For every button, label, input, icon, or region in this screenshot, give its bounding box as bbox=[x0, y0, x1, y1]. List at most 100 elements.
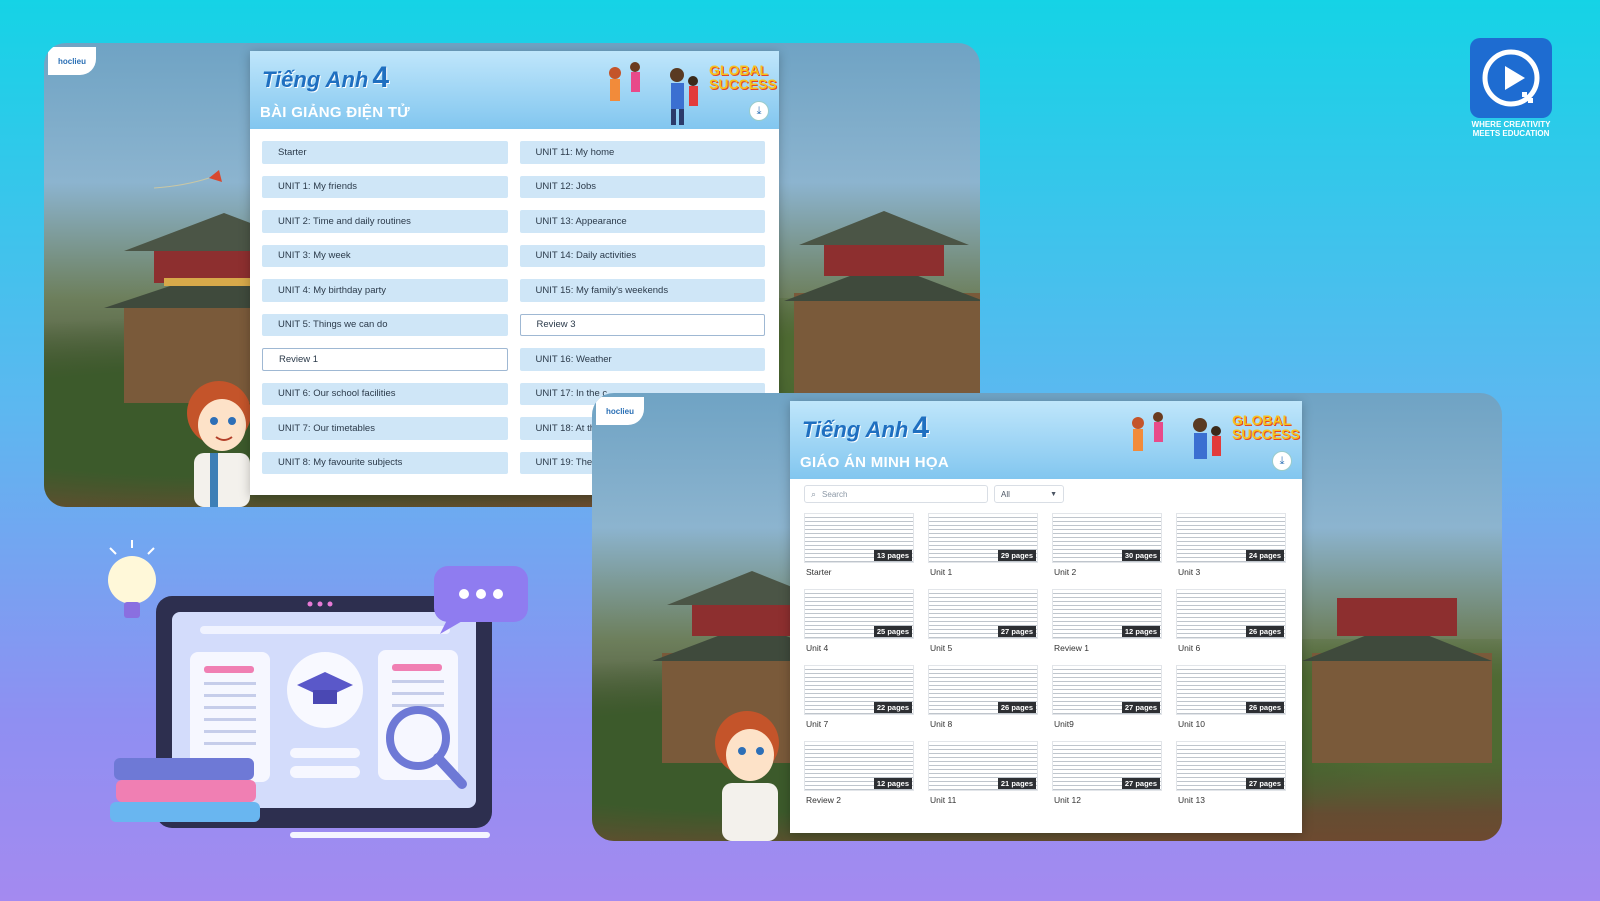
page-count-badge: 27 pages bbox=[1121, 702, 1160, 713]
lightbulb-icon bbox=[108, 540, 156, 618]
document-item[interactable]: 27 pages Unit9 bbox=[1052, 665, 1162, 735]
document-item[interactable]: 26 pages Unit 10 bbox=[1176, 665, 1286, 735]
brand-title: Tiếng Anh 4 bbox=[262, 61, 390, 94]
document-item[interactable]: 22 pages Unit 7 bbox=[804, 665, 914, 735]
series-logo-text: GLOBAL SUCCESS bbox=[1232, 412, 1300, 442]
kids-illustration bbox=[609, 62, 698, 125]
document-item[interactable]: 30 pages Unit 2 bbox=[1052, 513, 1162, 583]
document-name: Unit9 bbox=[1054, 719, 1074, 729]
document-item[interactable]: 27 pages Unit 12 bbox=[1052, 741, 1162, 811]
brand-tagline: WHERE CREATIVITY MEETS EDUCATION bbox=[1471, 120, 1551, 138]
unit-button-2[interactable]: UNIT 2: Time and daily routines bbox=[262, 210, 508, 233]
child-character-illustration bbox=[715, 711, 779, 841]
document-thumbnail: 26 pages bbox=[928, 665, 1038, 715]
page-title: BÀI GIẢNG ĐIỆN TỬ bbox=[260, 104, 411, 121]
card-header: Tiếng Anh 4 BÀI GIẢNG ĐIỆN TỬ GLOBAL SUCC… bbox=[250, 51, 779, 129]
page-count-badge: 30 pages bbox=[1121, 550, 1160, 561]
filter-bar: ⌕ Search All ▼ bbox=[804, 485, 1064, 503]
document-item[interactable]: 27 pages Unit 13 bbox=[1176, 741, 1286, 811]
document-name: Unit 1 bbox=[930, 567, 953, 577]
e-learning-illustration bbox=[108, 540, 528, 838]
document-thumbnail: 22 pages bbox=[804, 665, 914, 715]
page-count-badge: 21 pages bbox=[997, 778, 1036, 789]
unit-button-12[interactable]: UNIT 12: Jobs bbox=[519, 175, 765, 198]
page-count-badge: 27 pages bbox=[997, 626, 1036, 637]
unit-button-7[interactable]: UNIT 7: Our timetables bbox=[262, 417, 508, 440]
document-thumbnail: 29 pages bbox=[928, 513, 1038, 563]
review-button-3[interactable]: Review 3 bbox=[519, 313, 765, 336]
kite-illustration bbox=[154, 170, 222, 189]
document-item[interactable]: 26 pages Unit 6 bbox=[1176, 589, 1286, 659]
search-icon: ⌕ bbox=[811, 488, 817, 499]
download-icon[interactable]: ⤓ bbox=[1272, 451, 1292, 471]
unit-button-8[interactable]: UNIT 8: My favourite subjects bbox=[262, 451, 508, 474]
page-count-badge: 27 pages bbox=[1121, 778, 1160, 789]
document-item[interactable]: 24 pages Unit 3 bbox=[1176, 513, 1286, 583]
unit-button-6[interactable]: UNIT 6: Our school facilities bbox=[262, 382, 508, 405]
lesson-plan-card: Tiếng Anh 4 GIÁO ÁN MINH HỌA GLOBAL SUCCE… bbox=[790, 401, 1302, 833]
document-item[interactable]: 29 pages Unit 1 bbox=[928, 513, 1038, 583]
unit-button-4[interactable]: UNIT 4: My birthday party bbox=[262, 279, 508, 302]
document-thumbnail: 27 pages bbox=[1052, 665, 1162, 715]
unit-button-11[interactable]: UNIT 11: My home bbox=[519, 141, 765, 164]
page-count-badge: 13 pages bbox=[873, 550, 912, 561]
play-button-logo-icon bbox=[1470, 38, 1552, 118]
page-count-badge: 12 pages bbox=[1121, 626, 1160, 637]
unit-button-1[interactable]: UNIT 1: My friends bbox=[262, 175, 508, 198]
unit-button-3[interactable]: UNIT 3: My week bbox=[262, 244, 508, 267]
document-item[interactable]: 26 pages Unit 8 bbox=[928, 665, 1038, 735]
page-title: GIÁO ÁN MINH HỌA bbox=[800, 454, 949, 471]
document-thumbnail: 27 pages bbox=[1176, 741, 1286, 791]
brand-title: Tiếng Anh 4 bbox=[802, 411, 930, 444]
unit-button-14[interactable]: UNIT 14: Daily activities bbox=[519, 244, 765, 267]
unit-button-15[interactable]: UNIT 15: My family's weekends bbox=[519, 279, 765, 302]
search-input[interactable]: ⌕ Search bbox=[804, 485, 988, 503]
chevron-down-icon: ▼ bbox=[1050, 490, 1057, 498]
document-thumbnail: 24 pages bbox=[1176, 513, 1286, 563]
temple-right-illustration bbox=[1302, 598, 1492, 763]
document-name: Starter bbox=[806, 567, 832, 577]
document-item[interactable]: 12 pages Review 2 bbox=[804, 741, 914, 811]
global-success-logo: GLOBAL SUCCESS bbox=[1128, 407, 1300, 477]
document-name: Unit 3 bbox=[1178, 567, 1201, 577]
document-thumbnail: 12 pages bbox=[1052, 589, 1162, 639]
document-thumbnail: 27 pages bbox=[928, 589, 1038, 639]
page-count-badge: 27 pages bbox=[1245, 778, 1284, 789]
document-item[interactable]: 13 pages Starter bbox=[804, 513, 914, 583]
document-name: Unit 5 bbox=[930, 643, 953, 653]
document-item[interactable]: 21 pages Unit 11 bbox=[928, 741, 1038, 811]
document-thumbnail: 25 pages bbox=[804, 589, 914, 639]
page-count-badge: 29 pages bbox=[997, 550, 1036, 561]
page-count-badge: 24 pages bbox=[1245, 550, 1284, 561]
download-icon[interactable]: ⤓ bbox=[749, 101, 769, 121]
document-name: Unit 13 bbox=[1178, 795, 1205, 805]
document-name: Unit 2 bbox=[1054, 567, 1077, 577]
document-thumbnail: 26 pages bbox=[1176, 589, 1286, 639]
document-name: Unit 11 bbox=[930, 795, 957, 805]
document-name: Review 2 bbox=[806, 795, 841, 805]
document-thumbnail: 13 pages bbox=[804, 513, 914, 563]
global-success-logo: GLOBAL SUCCESS bbox=[605, 57, 777, 127]
document-name: Unit 8 bbox=[930, 719, 953, 729]
unit-button-5[interactable]: UNIT 5: Things we can do bbox=[262, 313, 508, 336]
kids-illustration bbox=[1132, 412, 1221, 459]
page-count-badge: 22 pages bbox=[873, 702, 912, 713]
document-thumbnail: 26 pages bbox=[1176, 665, 1286, 715]
document-name: Unit 10 bbox=[1178, 719, 1205, 729]
search-placeholder: Search bbox=[822, 489, 848, 499]
document-name: Unit 12 bbox=[1054, 795, 1081, 805]
page-count-badge: 26 pages bbox=[1245, 702, 1284, 713]
unit-button-starter[interactable]: Starter bbox=[262, 141, 508, 164]
review-button-1[interactable]: Review 1 bbox=[262, 348, 508, 371]
document-item[interactable]: 27 pages Unit 5 bbox=[928, 589, 1038, 659]
document-thumbnail: 30 pages bbox=[1052, 513, 1162, 563]
unit-button-16[interactable]: UNIT 16: Weather bbox=[519, 348, 765, 371]
series-logo-text: GLOBAL SUCCESS bbox=[709, 62, 777, 92]
filter-select[interactable]: All ▼ bbox=[994, 485, 1064, 503]
document-name: Unit 6 bbox=[1178, 643, 1201, 653]
document-item[interactable]: 12 pages Review 1 bbox=[1052, 589, 1162, 659]
hoclieu-logo: hoclieu bbox=[48, 47, 96, 75]
unit-button-13[interactable]: UNIT 13: Appearance bbox=[519, 210, 765, 233]
document-item[interactable]: 25 pages Unit 4 bbox=[804, 589, 914, 659]
bottom-window: hoclieu Tiếng Anh 4 GIÁO ÁN MINH HỌA GLOB… bbox=[592, 393, 1502, 841]
